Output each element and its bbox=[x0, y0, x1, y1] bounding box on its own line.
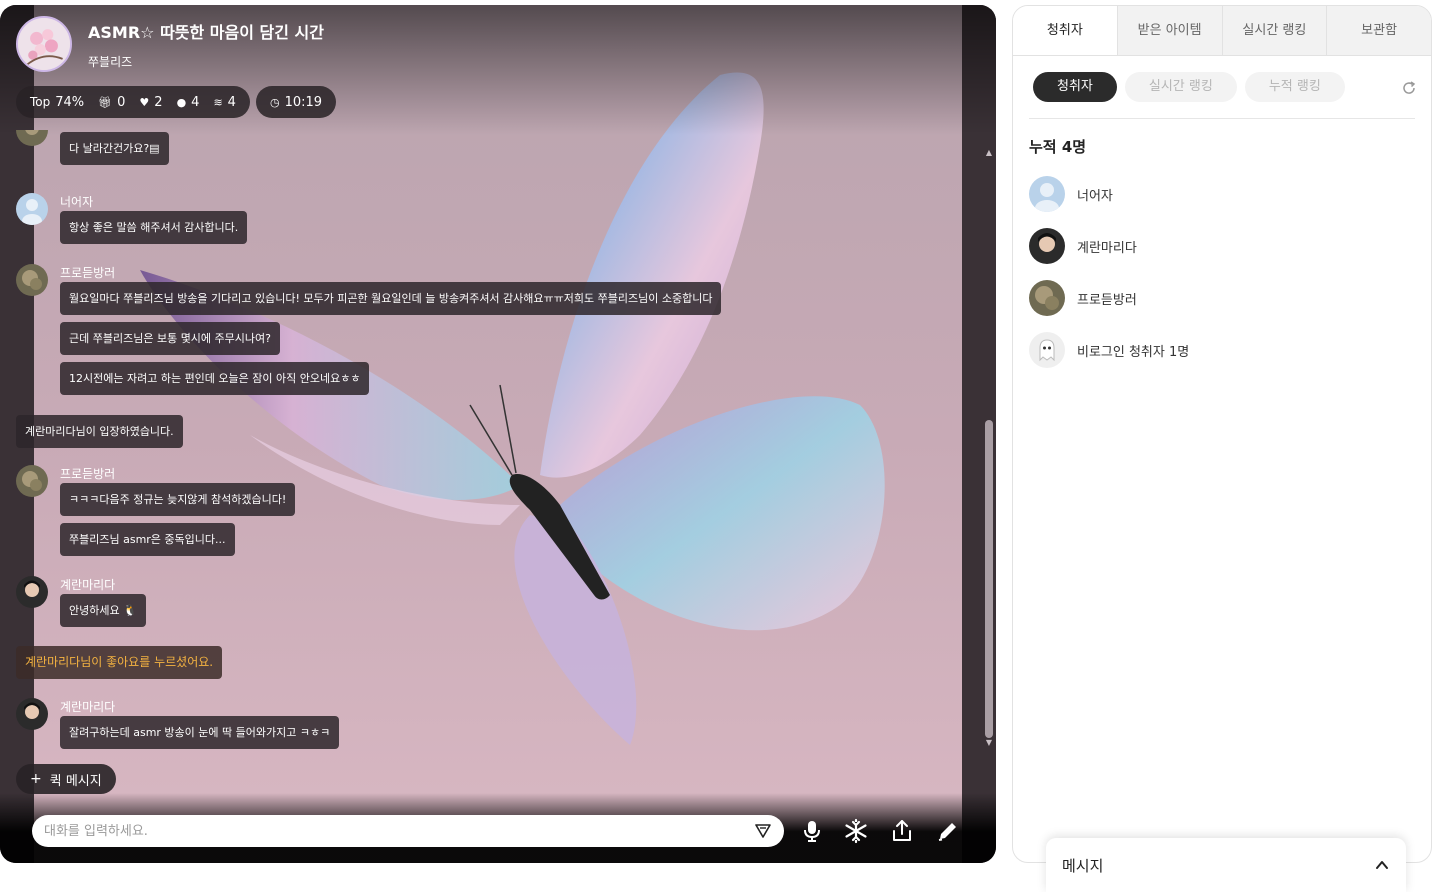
room-title: ASMR☆ 따뜻한 마음이 담긴 시간 bbox=[88, 22, 324, 42]
side-panel: 청취자 받은 아이템 실시간 랭킹 보관함 청취자 실시간 랭킹 누적 랭킹 누… bbox=[1012, 5, 1432, 863]
listener-item[interactable]: 비로그인 청취자 1명 bbox=[1029, 332, 1189, 368]
chat-nickname[interactable]: 너어자 bbox=[60, 193, 247, 211]
person-icon: ● bbox=[176, 95, 187, 109]
host-avatar[interactable] bbox=[16, 16, 72, 72]
share-icon[interactable] bbox=[889, 818, 915, 844]
filter-chips: 청취자 실시간 랭킹 누적 랭킹 bbox=[1033, 72, 1345, 102]
ghost-avatar-icon bbox=[1029, 332, 1065, 368]
clock-icon: ◷ bbox=[269, 95, 280, 109]
chevron-up-icon[interactable] bbox=[1374, 857, 1390, 873]
chat-scrollbar[interactable]: ▲ ▼ bbox=[984, 148, 994, 748]
chat-message: 계란마리다 안녕하세요 🐧 bbox=[16, 576, 146, 627]
chat-list: . 다 날라간건가요?▤ 너어자 항상 좋은 말씀 해주셔서 감사합니다. 프로… bbox=[16, 130, 976, 770]
user-avatar[interactable] bbox=[16, 264, 48, 296]
listener-total: 누적 4명 bbox=[1029, 138, 1087, 156]
top-rank-stat: Top 74% bbox=[30, 94, 85, 110]
chat-message: 프로듣방러 월요일마다 쭈블리즈님 방송을 기다리고 있습니다! 모두가 피곤한… bbox=[16, 264, 722, 395]
message-panel[interactable]: 메시지 bbox=[1046, 838, 1406, 892]
duration-pill: ◷ 10:19 bbox=[255, 86, 337, 118]
system-like-message: 계란마리다님이 좋아요를 누르셨어요. bbox=[16, 646, 223, 679]
user-avatar[interactable] bbox=[16, 465, 48, 497]
user-avatar[interactable] bbox=[16, 698, 48, 730]
listener-avatar bbox=[1029, 228, 1065, 264]
listener-item[interactable]: 프로듣방러 bbox=[1029, 280, 1137, 316]
listener-avatar bbox=[1029, 280, 1065, 316]
chat-bubble: 월요일마다 쭈블리즈님 방송을 기다리고 있습니다! 모두가 피곤한 월요일인데… bbox=[60, 282, 722, 315]
plus-icon: + bbox=[30, 771, 42, 787]
system-enter-message: 계란마리다님이 입장하였습니다. bbox=[16, 415, 183, 448]
tab-realtime-ranking[interactable]: 실시간 랭킹 bbox=[1223, 6, 1328, 55]
scrollbar-thumb[interactable] bbox=[985, 420, 993, 738]
quick-message-button[interactable]: + 퀵 메시지 bbox=[16, 764, 116, 794]
message-panel-title: 메시지 bbox=[1062, 856, 1104, 875]
boost-stat: ≋ 4 bbox=[213, 94, 236, 110]
like-stat: ♥ 2 bbox=[139, 94, 163, 110]
listener-name: 너어자 bbox=[1077, 188, 1113, 204]
listener-name: 비로그인 청취자 1명 bbox=[1077, 344, 1190, 360]
user-avatar[interactable] bbox=[16, 193, 48, 225]
room-stats: Top 74% 🎁︎ 0 ♥ 2 ● 4 ≋ 4 ◷ 10:19 bbox=[16, 86, 337, 118]
chat-message: 너어자 항상 좋은 말씀 해주셔서 감사합니다. bbox=[16, 193, 248, 244]
panel-tabs: 청취자 받은 아이템 실시간 랭킹 보관함 bbox=[1013, 6, 1431, 56]
chip-cumulative-ranking[interactable]: 누적 랭킹 bbox=[1244, 72, 1345, 102]
chat-bubble: 쭈블리즈님 asmr은 중독입니다... bbox=[60, 523, 235, 556]
listener-item[interactable]: 너어자 bbox=[1029, 176, 1113, 212]
chip-realtime-ranking[interactable]: 실시간 랭킹 bbox=[1124, 72, 1237, 102]
chat-message: 프로듣방러 ㅋㅋㅋ다음주 정규는 늦지않게 참석하겠습니다! 쭈블리즈님 asm… bbox=[16, 465, 296, 556]
chat-nickname[interactable]: 계란마리다 bbox=[60, 698, 339, 716]
chat-input-bar bbox=[32, 815, 784, 847]
microphone-icon[interactable] bbox=[799, 818, 825, 844]
chip-listeners[interactable]: 청취자 bbox=[1033, 72, 1117, 102]
chat-bubble: 근데 쭈블리즈님은 보통 몇시에 주무시나여? bbox=[60, 322, 280, 355]
scroll-up-icon[interactable]: ▲ bbox=[984, 148, 994, 158]
duration-value: 10:19 bbox=[284, 94, 323, 110]
tab-received-items[interactable]: 받은 아이템 bbox=[1118, 6, 1223, 55]
chat-nickname[interactable]: 프로듣방러 bbox=[60, 465, 295, 483]
send-icon[interactable] bbox=[754, 822, 772, 840]
chat-bubble: 항상 좋은 말씀 해주셔서 감사합니다. bbox=[60, 211, 248, 244]
chat-input[interactable] bbox=[44, 823, 754, 839]
heart-icon: ♥ bbox=[139, 95, 150, 109]
chat-bubble: 잘려구하는데 asmr 방송이 눈에 딱 들어와가지고 ㅋㅎㅋ bbox=[60, 716, 340, 749]
user-avatar[interactable] bbox=[16, 576, 48, 608]
user-avatar[interactable] bbox=[16, 130, 48, 146]
listener-name: 계란마리다 bbox=[1077, 240, 1137, 256]
host-name: 쭈블리즈 bbox=[88, 54, 133, 69]
chat-bubble: 안녕하세요 🐧 bbox=[60, 594, 146, 627]
chat-message: 계란마리다 잘려구하는데 asmr 방송이 눈에 딱 들어와가지고 ㅋㅎㅋ bbox=[16, 698, 340, 749]
scroll-down-icon[interactable]: ▼ bbox=[984, 738, 994, 748]
chat-nickname[interactable]: 프로듣방러 bbox=[60, 264, 721, 282]
listener-name: 프로듣방러 bbox=[1077, 292, 1137, 308]
chat-nickname[interactable]: 계란마리다 bbox=[60, 576, 146, 594]
gift-stat: 🎁︎ 0 bbox=[98, 94, 126, 110]
listener-item[interactable]: 계란마리다 bbox=[1029, 228, 1137, 264]
listener-avatar bbox=[1029, 176, 1065, 212]
chat-bubble: 다 날라간건가요?▤ bbox=[60, 132, 169, 165]
chat-bubble: 12시전에는 자려고 하는 편인데 오늘은 잠이 아직 안오네요ㅎㅎ bbox=[60, 362, 370, 395]
room-header: ASMR☆ 따뜻한 마음이 담긴 시간 쭈블리즈 bbox=[16, 16, 324, 72]
stats-pill: Top 74% 🎁︎ 0 ♥ 2 ● 4 ≋ 4 bbox=[16, 86, 250, 118]
pencil-icon[interactable] bbox=[935, 818, 961, 844]
refresh-icon[interactable] bbox=[1401, 80, 1417, 96]
layers-icon: ≋ bbox=[213, 95, 223, 109]
tab-storage[interactable]: 보관함 bbox=[1327, 6, 1431, 55]
chat-message: . 다 날라간건가요?▤ bbox=[16, 130, 169, 165]
gift-icon: 🎁︎ bbox=[98, 95, 113, 109]
listener-stat: ● 4 bbox=[176, 94, 200, 110]
snowflake-icon[interactable] bbox=[843, 818, 869, 844]
tab-listeners[interactable]: 청취자 bbox=[1013, 6, 1118, 55]
chat-bubble: ㅋㅋㅋ다음주 정규는 늦지않게 참석하겠습니다! bbox=[60, 483, 296, 516]
